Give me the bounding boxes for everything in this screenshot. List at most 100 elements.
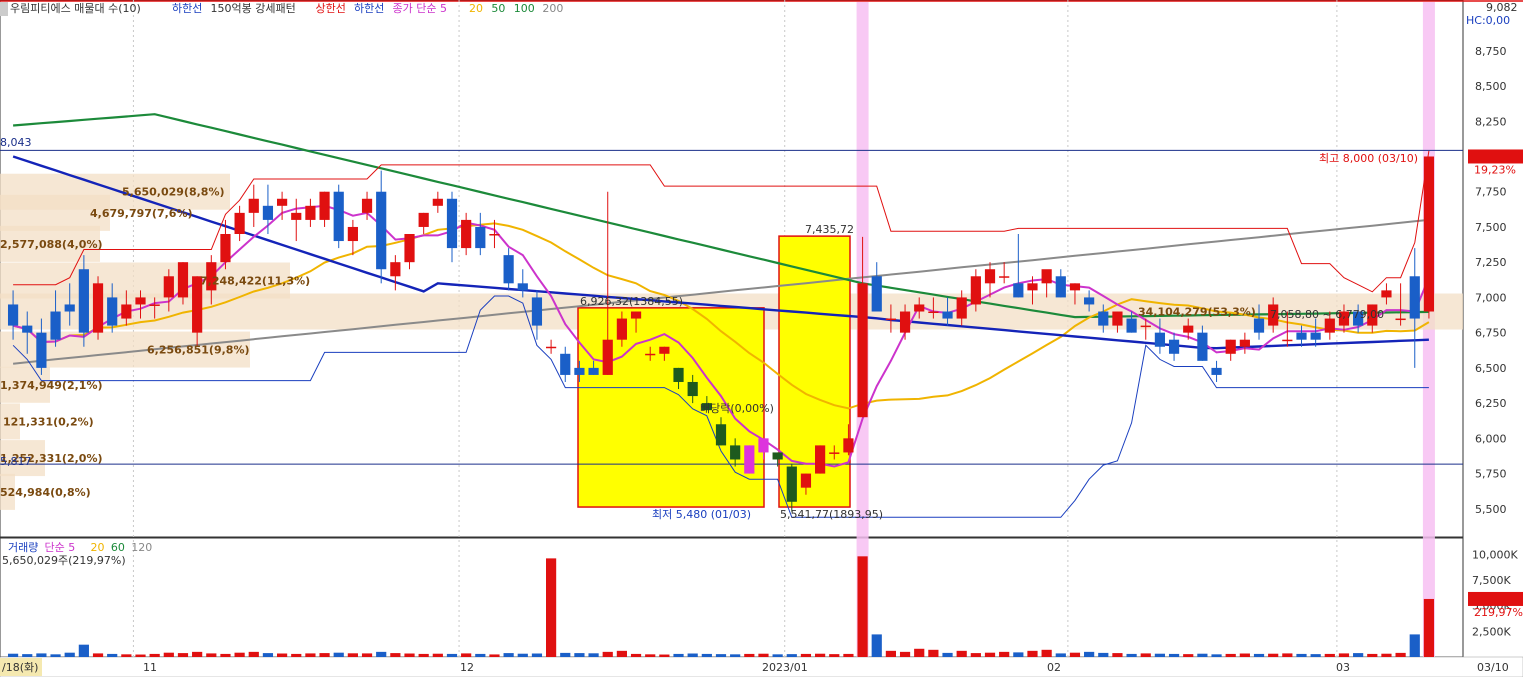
price-tick: 6,250 (1475, 397, 1507, 410)
volume-bar (857, 556, 868, 657)
date-label: /18(화) (2, 661, 38, 674)
volume-bar (489, 654, 500, 657)
candle-body (50, 311, 61, 340)
price-tick: 7,000 (1475, 291, 1507, 304)
volume-bar (7, 653, 19, 657)
volume-bar (50, 654, 61, 657)
volume-bar (192, 651, 203, 657)
candle-body (107, 297, 118, 326)
candle-body (333, 191, 344, 242)
chart-canvas[interactable]: 우림피티에스 매물대 수(10) 하한선 150억봉 강세패턴 상한선 하한선 종가 단순… (0, 0, 1523, 678)
volume-bar (815, 653, 826, 657)
candle-body (1112, 311, 1123, 326)
legend-swatch (0, 2, 8, 16)
volume-bar (942, 652, 953, 657)
volume-bar (1296, 653, 1307, 657)
legend-item: 50 (491, 2, 505, 15)
volume-legend-item: 120 (131, 541, 152, 554)
candle-body (942, 311, 953, 319)
volume-bar (1367, 653, 1378, 657)
lower-level-label: 5,817 (0, 455, 32, 468)
legend-item: 200 (542, 2, 563, 15)
candle-body (361, 198, 373, 213)
volume-bar (36, 653, 47, 657)
volume-bar (829, 654, 840, 657)
price-tick: 8,500 (1475, 80, 1507, 93)
candle-body (786, 466, 797, 502)
volume-bar (1282, 653, 1293, 657)
volume-bar (730, 654, 741, 657)
volume-profile-label: 6,256,851(9,8%) (147, 344, 250, 357)
volume-bar (1353, 653, 1364, 657)
candle-body (305, 205, 316, 220)
volume-bar (92, 653, 104, 657)
volume-tick: 2,500K (1472, 625, 1511, 638)
volume-bar (616, 650, 627, 657)
volume-bar (885, 650, 896, 657)
volume-bar (1409, 634, 1420, 657)
candle-body (730, 445, 741, 460)
volume-bar (914, 648, 925, 657)
date-label: 2023/01 (762, 661, 808, 674)
candle-body (687, 381, 698, 397)
volume-bar (1211, 654, 1222, 657)
price-tick: 6,000 (1475, 432, 1507, 445)
volume-bar (503, 653, 514, 657)
candle-body (135, 297, 146, 305)
volume-bar (715, 654, 727, 657)
candle-body (1253, 318, 1265, 333)
candle-body (772, 452, 783, 460)
volume-tick: 10,000K (1472, 548, 1518, 561)
volume-bar (984, 652, 996, 657)
legend-item: 상한선 (316, 2, 346, 15)
volume-bar (418, 653, 429, 657)
candle-body (121, 304, 132, 319)
stock-chart: 우림피티에스 매물대 수(10) 하한선 150억봉 강세패턴 상한선 하한선 종가 단순… (0, 0, 1523, 678)
volume-panel-frame (0, 537, 1464, 658)
volume-profile-label: 121,331(0,2%) (3, 415, 94, 428)
candle-body (489, 233, 500, 236)
candle-body (616, 318, 627, 340)
volume-bar (234, 652, 245, 657)
date-label: 03/10 (1477, 661, 1509, 674)
volume-bar (1140, 653, 1151, 657)
legend-item: 150억봉 강세패턴 (211, 2, 296, 15)
candle-body (276, 198, 288, 206)
volume-bar (1013, 652, 1024, 657)
candle-body (744, 445, 755, 474)
price-tick: 6,750 (1475, 327, 1507, 340)
volume-bar (461, 653, 472, 657)
candle-body (1126, 318, 1137, 333)
candle-body (1211, 367, 1222, 375)
candle-body (659, 346, 670, 354)
volume-bar (786, 654, 797, 657)
volume-bar (1183, 654, 1194, 657)
candle-body (1296, 332, 1307, 340)
candle-body (404, 233, 415, 263)
legend-item: 하한선 (354, 1, 384, 15)
candle-body (36, 332, 47, 368)
range-label: 7,058,80 ~ 6,779,00 (1270, 308, 1384, 321)
price-tick: 7,750 (1475, 186, 1507, 199)
candle-body (956, 297, 967, 319)
candle-body (914, 304, 925, 312)
volume-profile-label: 4,679,797(7,6%) (90, 207, 193, 220)
candle-body (220, 233, 231, 263)
price-tick: 8,250 (1475, 115, 1507, 128)
volume-tick: 7,500K (1472, 574, 1511, 587)
volume-bar (432, 653, 443, 657)
volume-bar (121, 654, 132, 657)
candle-body (291, 212, 302, 220)
box2-low-label: 5,541,77(1893,95) (780, 508, 883, 521)
price-axis (1468, 149, 1523, 606)
volume-bar (1098, 652, 1109, 657)
candle-body (376, 191, 387, 270)
volume-profile-label: 1,374,949(2,1%) (0, 379, 103, 392)
volume-bar (970, 653, 981, 657)
candle-body (1423, 156, 1435, 312)
current-price-pct: 19,23% (1474, 163, 1516, 176)
candle-body (7, 304, 19, 326)
candle-body (871, 276, 882, 312)
candle-body (234, 212, 245, 234)
volume-bar (446, 653, 458, 657)
